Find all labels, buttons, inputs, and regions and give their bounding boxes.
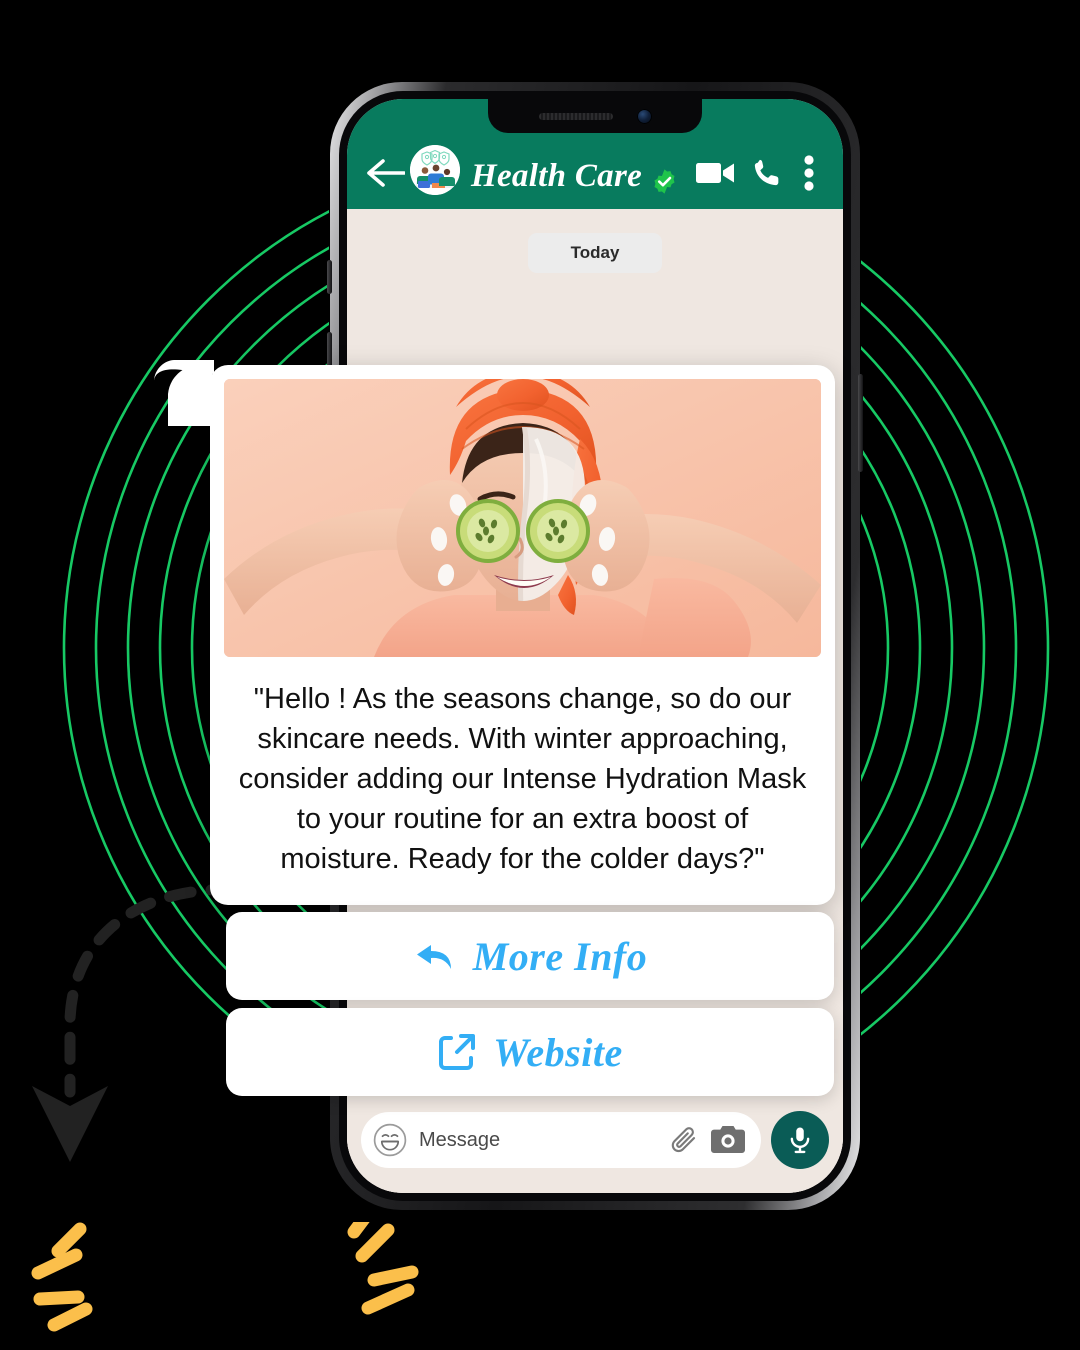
header-actions — [690, 151, 826, 195]
microphone-icon — [790, 1127, 810, 1154]
chat-message-card: "Hello ! As the seasons change, so do ou… — [154, 360, 835, 906]
website-button[interactable]: Website — [226, 1008, 834, 1096]
phone-notch — [488, 99, 702, 133]
video-camera-icon[interactable] — [690, 151, 742, 195]
more-info-label: More Info — [472, 933, 648, 979]
paperclip-icon[interactable] — [669, 1125, 699, 1155]
date-divider: Today — [528, 233, 662, 273]
message-action-buttons: More Info Website — [226, 912, 834, 1096]
reply-arrow-icon — [413, 939, 457, 973]
message-placeholder: Message — [419, 1128, 501, 1151]
silent-switch-button[interactable] — [327, 260, 332, 294]
microphone-button[interactable] — [771, 1111, 829, 1169]
message-text: "Hello ! As the seasons change, so do ou… — [238, 683, 807, 876]
website-label: Website — [493, 1029, 623, 1075]
message-input-bar: Message — [347, 1101, 843, 1193]
speaker-grille-icon — [538, 112, 613, 120]
power-button[interactable] — [858, 374, 863, 472]
message-image — [224, 379, 821, 657]
more-info-button[interactable]: More Info — [226, 912, 834, 1000]
three-dots-vertical-icon[interactable] — [792, 151, 826, 195]
smiley-face-icon[interactable] — [373, 1123, 407, 1157]
phone-handset-icon[interactable] — [742, 151, 792, 195]
back-arrow-icon[interactable] — [364, 151, 408, 195]
contact-name: Health Care — [471, 158, 643, 194]
camera-icon[interactable] — [711, 1126, 745, 1154]
message-input-field[interactable]: Message — [361, 1112, 761, 1168]
sparkle-burst-right — [347, 1222, 419, 1315]
sparkle-burst-left — [31, 1222, 93, 1332]
front-camera-icon — [636, 108, 652, 124]
dashed-curved-arrow-icon — [32, 884, 239, 1162]
external-link-icon — [437, 1032, 477, 1072]
contact-avatar[interactable] — [410, 145, 460, 195]
verified-badge-icon — [651, 168, 678, 195]
message-bubble-tail — [154, 360, 214, 426]
